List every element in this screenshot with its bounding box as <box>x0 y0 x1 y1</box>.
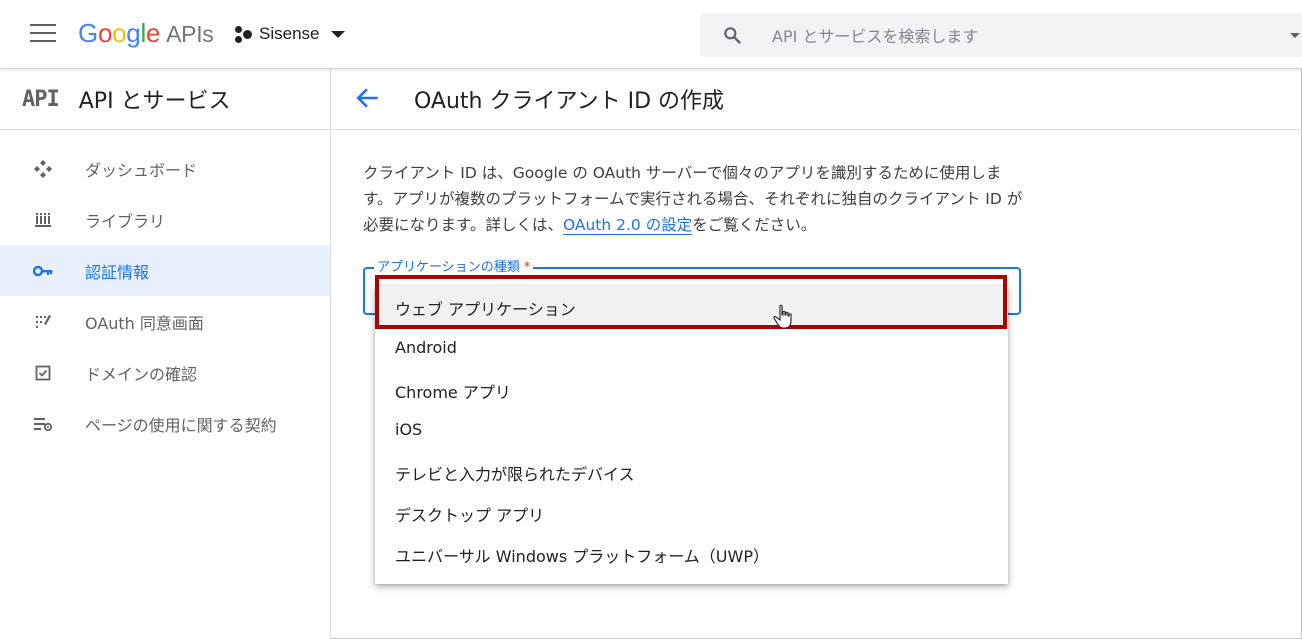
logo-suffix: APIs <box>166 21 214 47</box>
option-label: Android <box>395 338 457 357</box>
sidebar-item-credentials[interactable]: 認証情報 <box>0 245 330 296</box>
oauth-settings-link[interactable]: OAuth 2.0 の設定 <box>562 216 693 235</box>
page-title: OAuth クライアント ID の作成 <box>414 89 725 114</box>
logo-letter: e <box>145 18 161 48</box>
checkbox-icon <box>32 362 54 384</box>
back-arrow-icon[interactable] <box>355 85 381 111</box>
project-selector[interactable]: Sisense <box>233 24 346 44</box>
sidebar-item-label: ページの使用に関する契約 <box>85 415 277 435</box>
logo-letter: g <box>126 18 141 48</box>
option-desktop-app[interactable]: デスクトップ アプリ <box>375 492 1008 533</box>
application-type-label: アプリケーションの種類 * <box>374 256 534 275</box>
option-chrome-app[interactable]: Chrome アプリ <box>375 369 1008 410</box>
logo-letter: G <box>78 18 98 48</box>
library-icon <box>32 209 54 231</box>
consent-icon <box>32 311 54 333</box>
sidebar-title: API とサービス <box>78 89 231 114</box>
description-text: クライアント ID は、Google の OAuth サーバーで個々のアプリを識… <box>363 160 1023 238</box>
sidebar-item-label: 認証情報 <box>85 262 150 282</box>
search-bar[interactable] <box>700 13 1302 57</box>
logo-letter: o <box>97 18 113 48</box>
option-label: デスクトップ アプリ <box>395 506 545 525</box>
search-dropdown-icon[interactable] <box>1290 33 1300 38</box>
sidebar-item-dashboard[interactable]: ダッシュボード <box>0 143 330 194</box>
search-input[interactable] <box>770 21 1274 51</box>
search-icon <box>724 27 741 44</box>
sidebar-item-page-usage-agreements[interactable]: ページの使用に関する契約 <box>0 398 330 449</box>
option-label: ユニバーサル Windows プラットフォーム（UWP） <box>395 547 769 566</box>
option-android[interactable]: Android <box>375 328 1008 369</box>
project-name: Sisense <box>259 24 320 43</box>
option-uwp[interactable]: ユニバーサル Windows プラットフォーム（UWP） <box>375 533 1008 574</box>
highlight-annotation <box>375 275 1007 329</box>
top-app-bar: Google APIs Sisense <box>0 0 1302 69</box>
sidebar-item-label: OAuth 同意画面 <box>85 313 204 333</box>
sidebar-item-domain-verification[interactable]: ドメインの確認 <box>0 347 330 398</box>
api-badge-icon: API <box>22 86 60 112</box>
sidebar-item-label: ドメインの確認 <box>85 364 198 384</box>
sidebar-item-library[interactable]: ライブラリ <box>0 194 330 245</box>
sidebar-item-label: ライブラリ <box>85 211 166 231</box>
project-icon <box>233 24 253 44</box>
sidebar-item-oauth-consent[interactable]: OAuth 同意画面 <box>0 296 330 347</box>
sidebar-nav: ダッシュボード ライブラリ 認証情報 OAuth 同意画面 ドメインの確認 ペー… <box>0 143 330 449</box>
sidebar: API API とサービス ダッシュボード ライブラリ 認証情報 OAuth 同… <box>0 69 331 639</box>
settings-list-icon <box>32 413 54 435</box>
sidebar-item-label: ダッシュボード <box>85 160 198 180</box>
option-label: Chrome アプリ <box>395 383 511 402</box>
option-tv-limited-input[interactable]: テレビと入力が限られたデバイス <box>375 451 1008 492</box>
required-mark: * <box>523 260 531 275</box>
option-label: テレビと入力が限られたデバイス <box>395 465 635 484</box>
page-header: OAuth クライアント ID の作成 <box>331 69 1302 130</box>
application-type-dropdown: ウェブ アプリケーション Android Chrome アプリ iOS テレビと… <box>375 286 1008 584</box>
option-ios[interactable]: iOS <box>375 410 1008 451</box>
google-apis-logo[interactable]: Google APIs <box>78 18 214 49</box>
logo-letter: o <box>112 18 127 48</box>
menu-icon[interactable] <box>30 24 56 44</box>
field-label-text: アプリケーションの種類 <box>377 260 520 275</box>
chevron-down-icon <box>331 30 346 38</box>
sidebar-header: API API とサービス <box>0 69 330 130</box>
option-label: iOS <box>395 420 423 439</box>
description-part: をご覧ください。 <box>692 216 817 234</box>
hand-cursor-icon <box>773 304 792 329</box>
key-icon <box>32 260 54 282</box>
dashboard-icon <box>32 158 54 180</box>
